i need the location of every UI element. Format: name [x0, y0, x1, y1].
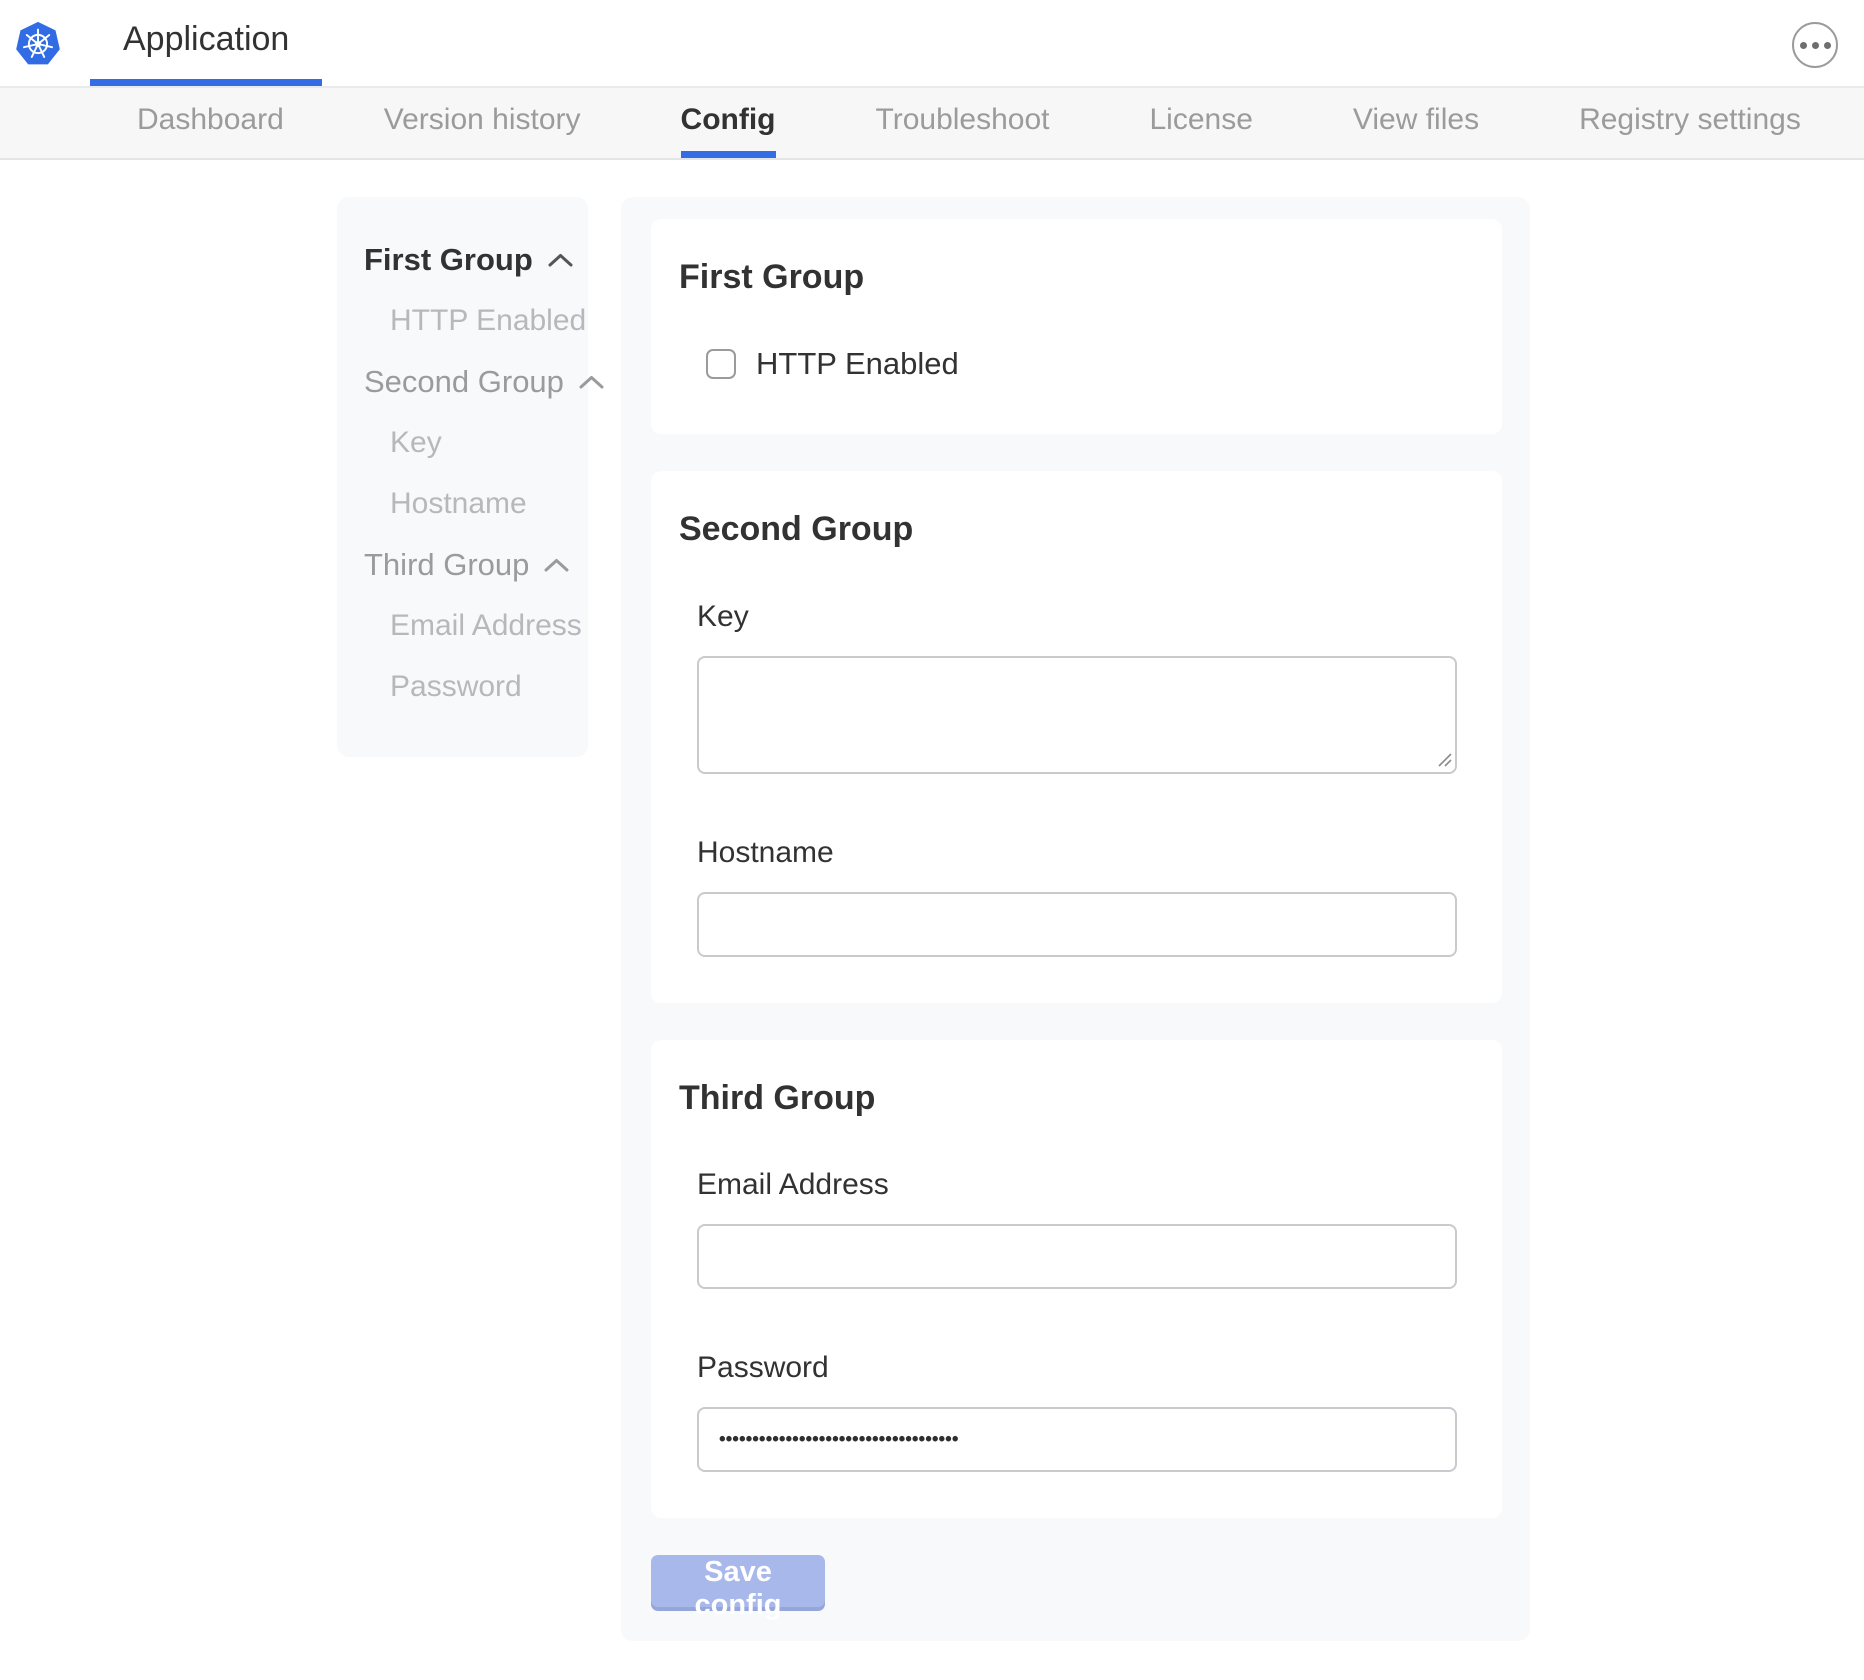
sidebar-item-password[interactable]: Password	[390, 670, 578, 704]
sidebar-group-third-group[interactable]: Third Group	[364, 548, 578, 582]
overflow-menu-button[interactable]	[1792, 22, 1838, 68]
http-enabled-label[interactable]: HTTP Enabled	[756, 346, 959, 382]
group-title: First Group	[679, 257, 1457, 298]
password-field: Password	[697, 1351, 1457, 1472]
key-label: Key	[697, 600, 1457, 634]
save-config-button[interactable]: Save config	[651, 1555, 825, 1607]
tab-version-history[interactable]: Version history	[384, 88, 581, 158]
password-input[interactable]	[697, 1407, 1457, 1472]
email-address-field: Email Address	[697, 1168, 1457, 1289]
chevron-up-icon	[543, 557, 570, 574]
section-tabbar: Dashboard Version history Config Trouble…	[0, 88, 1864, 160]
sidebar-group-second-group[interactable]: Second Group	[364, 365, 578, 399]
http-enabled-checkbox[interactable]	[706, 349, 736, 379]
group-title: Second Group	[679, 509, 1457, 550]
chevron-up-icon	[578, 374, 605, 391]
ellipsis-icon	[1800, 42, 1807, 49]
tab-troubleshoot[interactable]: Troubleshoot	[876, 88, 1050, 158]
app-tab-application[interactable]: Application	[90, 0, 322, 86]
tab-license[interactable]: License	[1150, 88, 1253, 158]
tab-config[interactable]: Config	[681, 88, 776, 158]
password-label: Password	[697, 1351, 1457, 1385]
tab-view-files[interactable]: View files	[1353, 88, 1479, 158]
sidebar-item-hostname[interactable]: Hostname	[390, 487, 578, 521]
key-textarea[interactable]	[697, 656, 1457, 774]
sidebar-group-first-group[interactable]: First Group	[364, 243, 578, 277]
config-sidebar: First Group HTTP Enabled Second Group Ke…	[337, 197, 588, 757]
group-title: Third Group	[679, 1078, 1457, 1119]
chevron-up-icon	[547, 252, 574, 269]
tab-dashboard[interactable]: Dashboard	[137, 88, 284, 158]
config-form-container: First Group HTTP Enabled Second Group Ke…	[621, 197, 1530, 1641]
tab-registry-settings[interactable]: Registry settings	[1579, 88, 1801, 158]
config-page: First Group HTTP Enabled Second Group Ke…	[0, 160, 1864, 1678]
sidebar-item-key[interactable]: Key	[390, 426, 578, 460]
config-group-third-group: Third Group Email Address Password	[651, 1040, 1502, 1519]
config-group-second-group: Second Group Key Hostname	[651, 471, 1502, 1003]
email-address-label: Email Address	[697, 1168, 1457, 1202]
kubernetes-logo-icon[interactable]	[14, 18, 62, 70]
hostname-field: Hostname	[697, 836, 1457, 957]
config-group-first-group: First Group HTTP Enabled	[651, 219, 1502, 434]
hostname-input[interactable]	[697, 892, 1457, 957]
key-field: Key	[697, 600, 1457, 774]
http-enabled-field: HTTP Enabled	[706, 346, 1457, 382]
app-title: Application	[123, 20, 289, 59]
hostname-label: Hostname	[697, 836, 1457, 870]
sidebar-item-email-address[interactable]: Email Address	[390, 609, 578, 643]
email-address-input[interactable]	[697, 1224, 1457, 1289]
sidebar-item-http-enabled[interactable]: HTTP Enabled	[390, 304, 578, 338]
top-header: Application	[0, 0, 1864, 88]
